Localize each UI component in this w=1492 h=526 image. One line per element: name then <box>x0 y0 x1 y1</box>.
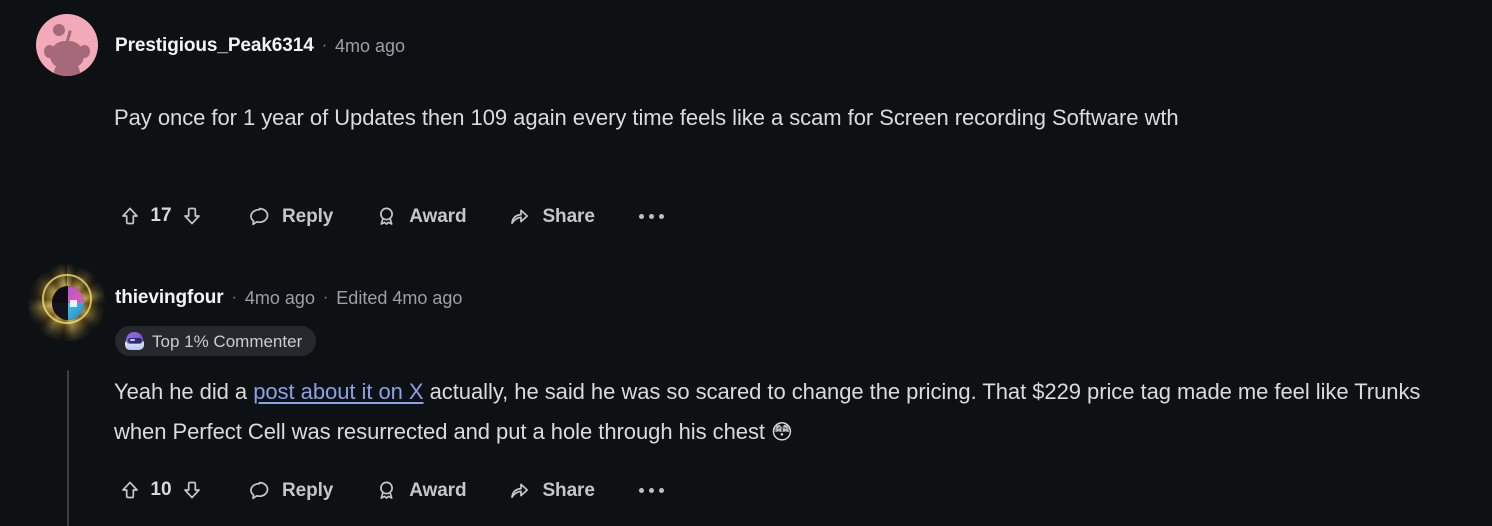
downvote-button[interactable] <box>176 474 208 506</box>
award-label: Award <box>409 479 467 501</box>
share-label: Share <box>542 479 595 501</box>
reply-button[interactable]: Reply <box>244 199 337 233</box>
reply-label: Reply <box>282 479 334 501</box>
status-badge[interactable]: Top 1% Commenter <box>115 326 317 356</box>
comment-author[interactable]: Prestigious_Peak6314 <box>115 36 314 55</box>
more-options-icon <box>638 487 664 493</box>
comment-bubble-icon <box>248 205 271 228</box>
avatar[interactable] <box>36 14 98 76</box>
award-ribbon-icon <box>375 479 398 502</box>
award-ribbon-icon <box>375 205 398 228</box>
award-label: Award <box>409 205 467 227</box>
vote-score: 10 <box>150 479 172 500</box>
award-button[interactable]: Award <box>371 473 470 507</box>
more-options-button[interactable] <box>633 473 670 507</box>
comment-author[interactable]: thievingfour <box>115 288 224 307</box>
upvote-button[interactable] <box>114 474 146 506</box>
comment-body-text: Pay once for 1 year of Updates then 109 … <box>114 105 1179 130</box>
snoo-avatar-icon <box>36 14 98 76</box>
avatar[interactable] <box>28 264 106 342</box>
comment-inline-link[interactable]: post about it on X <box>253 379 423 404</box>
status-badge-label: Top 1% Commenter <box>152 331 303 351</box>
glowing-nft-avatar-icon <box>28 264 106 342</box>
comment-timestamp: 4mo ago <box>335 35 406 56</box>
comment-thread: Prestigious_Peak6314 · 4mo ago Pay once … <box>0 0 1492 526</box>
thread-collapse-line[interactable] <box>67 370 69 526</box>
share-label: Share <box>542 205 595 227</box>
share-button[interactable]: Share <box>504 199 598 233</box>
comment-action-bar: 10 Reply Award Share <box>114 472 670 508</box>
comment-body-text-before-link: Yeah he did a <box>114 379 254 404</box>
comment-meta: thievingfour · 4mo ago · Edited 4mo ago <box>115 288 462 307</box>
downvote-arrow-icon <box>181 205 203 227</box>
share-button[interactable]: Share <box>504 473 598 507</box>
upvote-arrow-icon <box>119 205 141 227</box>
share-arrow-icon <box>508 205 531 228</box>
reply-button[interactable]: Reply <box>244 473 337 507</box>
vote-score: 17 <box>150 205 172 226</box>
comment-meta: Prestigious_Peak6314 · 4mo ago <box>115 36 405 55</box>
comment-bubble-icon <box>248 479 271 502</box>
comment-timestamp: 4mo ago <box>244 287 315 308</box>
meta-separator-2: · <box>322 288 329 306</box>
vote-group: 10 <box>114 474 208 506</box>
share-arrow-icon <box>508 479 531 502</box>
top-commenter-icon <box>124 331 145 352</box>
comment-body: Yeah he did a post about it on X actuall… <box>114 372 1468 452</box>
downvote-arrow-icon <box>181 479 203 501</box>
comment-body: Pay once for 1 year of Updates then 109 … <box>114 98 1468 138</box>
reply-label: Reply <box>282 205 334 227</box>
meta-separator: · <box>231 288 237 306</box>
upvote-arrow-icon <box>119 479 141 501</box>
meta-separator: · <box>321 36 328 54</box>
vote-group: 17 <box>114 200 208 232</box>
more-options-button[interactable] <box>633 199 670 233</box>
downvote-button[interactable] <box>176 200 208 232</box>
comment-action-bar: 17 Reply Award Share <box>114 198 670 234</box>
award-button[interactable]: Award <box>371 199 470 233</box>
flushed-face-emoji: 😳 <box>771 420 793 444</box>
more-options-icon <box>638 213 664 219</box>
comment-edited-timestamp: Edited 4mo ago <box>336 287 463 308</box>
upvote-button[interactable] <box>114 200 146 232</box>
